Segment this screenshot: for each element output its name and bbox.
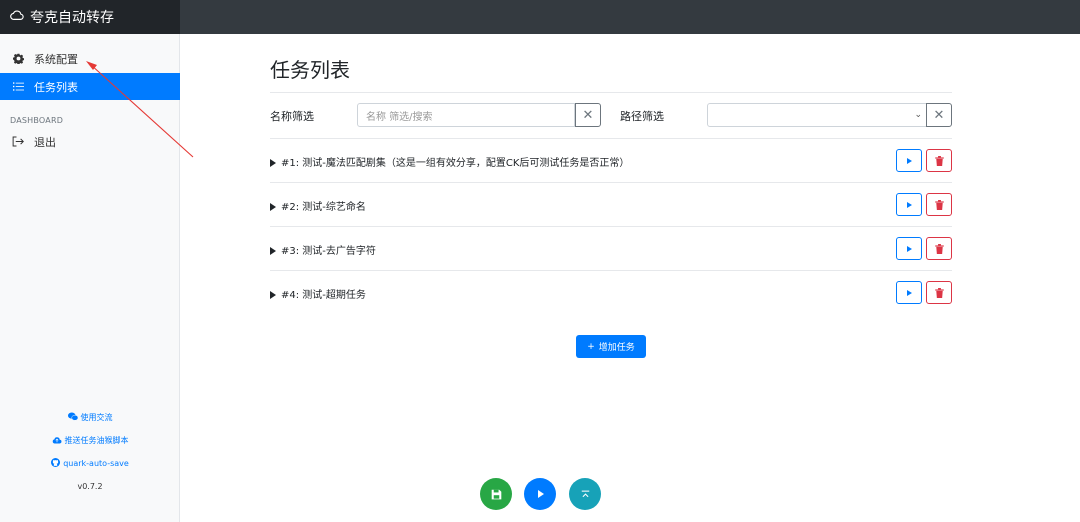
delete-task-button[interactable] xyxy=(926,237,952,260)
path-filter-select[interactable]: ⌄ xyxy=(707,103,927,127)
chevron-down-icon: ⌄ xyxy=(914,110,922,120)
logout-icon xyxy=(12,136,24,148)
task-title[interactable]: #4: 测试-超期任务 xyxy=(270,286,366,301)
run-task-button[interactable] xyxy=(896,193,922,216)
footer-link-github[interactable]: quark-auto-save xyxy=(0,458,180,469)
arrow-up-to-top-icon xyxy=(581,490,589,497)
task-row[interactable]: #1: 测试-魔法匹配剧集（这是一组有效分享，配置CK后可测试任务是否正常） xyxy=(270,138,952,182)
play-icon xyxy=(906,201,912,208)
brand[interactable]: 夸克自动转存 xyxy=(0,0,180,34)
play-icon xyxy=(906,289,912,296)
name-filter-placeholder: 名称 筛选/搜索 xyxy=(366,111,433,123)
run-task-button[interactable] xyxy=(896,149,922,172)
delete-task-button[interactable] xyxy=(926,149,952,172)
expand-triangle-icon xyxy=(270,159,276,167)
wechat-icon xyxy=(67,412,78,423)
run-task-button[interactable] xyxy=(896,281,922,304)
task-title[interactable]: #2: 测试-综艺命名 xyxy=(270,198,366,213)
app-version: v0.7.2 xyxy=(77,482,103,491)
play-icon xyxy=(906,245,912,252)
task-row[interactable]: #2: 测试-综艺命名 xyxy=(270,182,952,226)
save-button[interactable] xyxy=(480,478,512,510)
task-title[interactable]: #1: 测试-魔法匹配剧集（这是一组有效分享，配置CK后可测试任务是否正常） xyxy=(270,154,629,169)
cloud-upload-icon xyxy=(52,436,62,446)
scroll-top-button[interactable] xyxy=(569,478,601,510)
name-filter-input[interactable]: 名称 筛选/搜索 xyxy=(357,103,575,127)
task-row[interactable]: #4: 测试-超期任务 xyxy=(270,270,952,314)
path-filter-label: 路径筛选 xyxy=(620,110,664,123)
expand-triangle-icon xyxy=(270,247,276,255)
delete-task-button[interactable] xyxy=(926,193,952,216)
page-title: 任务列表 xyxy=(270,58,350,82)
close-icon: ✕ xyxy=(582,107,594,123)
plus-icon: + xyxy=(587,341,595,352)
trash-icon xyxy=(934,155,944,166)
trash-icon xyxy=(934,199,944,210)
run-task-button[interactable] xyxy=(896,237,922,260)
sidebar-item-label: 系统配置 xyxy=(34,52,78,66)
sidebar: 系统配置 任务列表 DASHBOARD 退出 使用交流 推送任务油猴脚本 qua… xyxy=(0,34,180,522)
footer-link-community[interactable]: 使用交流 xyxy=(0,412,180,423)
app-title: 夸克自动转存 xyxy=(30,10,114,26)
save-icon xyxy=(491,489,501,499)
trash-icon xyxy=(934,287,944,298)
add-task-button[interactable]: + 增加任务 xyxy=(576,335,646,358)
sidebar-item-label: 任务列表 xyxy=(34,80,78,94)
clear-name-filter-button[interactable]: ✕ xyxy=(575,103,601,127)
expand-triangle-icon xyxy=(270,203,276,211)
run-all-button[interactable] xyxy=(524,478,556,510)
expand-triangle-icon xyxy=(270,291,276,299)
gear-icon xyxy=(12,53,24,65)
close-icon: ✕ xyxy=(933,107,945,123)
task-row[interactable]: #3: 测试-去广告字符 xyxy=(270,226,952,270)
footer-link-userscript[interactable]: 推送任务油猴脚本 xyxy=(0,435,180,446)
sidebar-section-heading: DASHBOARD xyxy=(10,116,64,125)
sidebar-item-label: 退出 xyxy=(34,135,56,149)
sidebar-item-tasks[interactable]: 任务列表 xyxy=(0,73,180,100)
top-navbar: 夸克自动转存 xyxy=(0,0,1080,34)
sidebar-item-logout[interactable]: 退出 xyxy=(0,128,180,155)
name-filter-label: 名称筛选 xyxy=(270,110,314,123)
clear-path-filter-button[interactable]: ✕ xyxy=(926,103,952,127)
delete-task-button[interactable] xyxy=(926,281,952,304)
list-icon xyxy=(12,81,24,93)
divider xyxy=(270,92,952,93)
github-icon xyxy=(51,458,61,469)
cloud-icon xyxy=(10,8,24,26)
trash-icon xyxy=(934,243,944,254)
play-icon xyxy=(906,157,912,164)
play-icon xyxy=(538,490,544,498)
task-title[interactable]: #3: 测试-去广告字符 xyxy=(270,242,376,257)
sidebar-item-config[interactable]: 系统配置 xyxy=(0,45,180,72)
